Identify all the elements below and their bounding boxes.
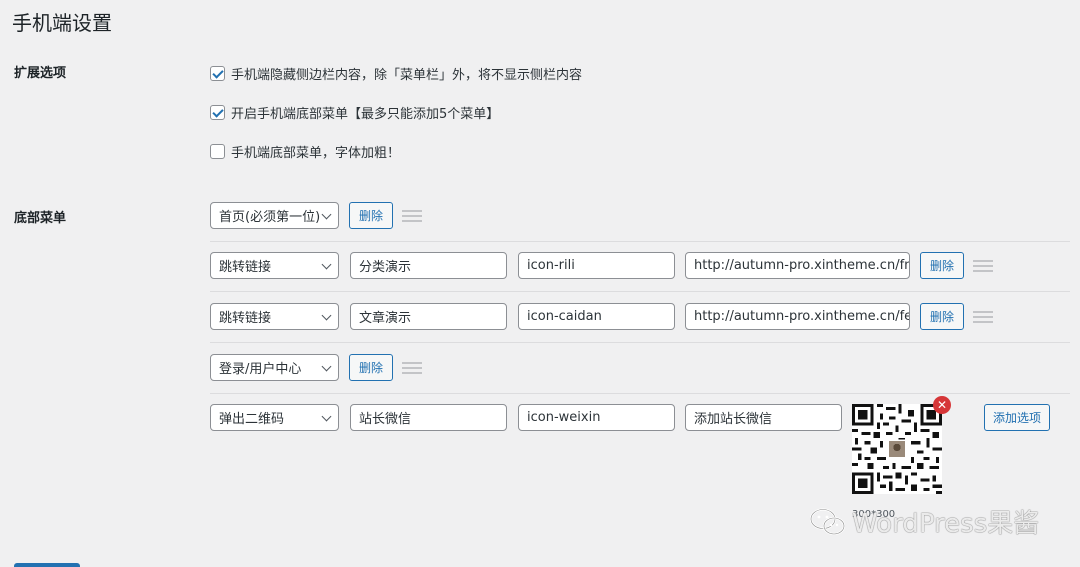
watermark-text: WordPress果酱 <box>852 509 1040 539</box>
menu-icon-input[interactable]: icon-rili <box>518 252 675 279</box>
option-enable-bottom-menu[interactable]: 开启手机端底部菜单【最多只能添加5个菜单】 <box>210 103 499 122</box>
menu-type-value: 跳转链接 <box>219 311 272 326</box>
drag-handle-icon[interactable] <box>402 210 422 222</box>
menu-icon-input[interactable]: icon-caidan <box>518 303 675 330</box>
delete-button[interactable]: 删除 <box>920 252 964 279</box>
drag-handle-icon[interactable] <box>973 260 993 272</box>
menu-url-input[interactable]: http://autumn-pro.xintheme.cn/fenle <box>685 303 910 330</box>
menu-url-input[interactable]: http://autumn-pro.xintheme.cn/fnlei- <box>685 252 910 279</box>
remove-qr-button[interactable]: ✕ <box>933 396 951 414</box>
chevron-down-icon <box>321 209 332 220</box>
menu-type-select[interactable]: 登录/用户中心 <box>210 354 339 381</box>
menu-type-value: 首页(必须第一位) <box>219 210 321 225</box>
wechat-logo-icon <box>810 507 846 535</box>
option-hide-sidebar-label: 手机端隐藏侧边栏内容，除「菜单栏」外，将不显示侧栏内容 <box>231 68 583 83</box>
menu-icon-input[interactable]: icon-weixin <box>518 404 675 431</box>
option-enable-bottom-menu-label: 开启手机端底部菜单【最多只能添加5个菜单】 <box>231 107 500 122</box>
menu-type-value: 跳转链接 <box>219 260 272 275</box>
chevron-down-icon <box>321 361 332 372</box>
menu-type-select[interactable]: 跳转链接 <box>210 303 339 330</box>
page-title: 手机端设置 <box>12 11 112 35</box>
menu-type-select[interactable]: 首页(必须第一位) <box>210 202 339 229</box>
delete-button[interactable]: 删除 <box>349 354 393 381</box>
menu-row-article-demo: 跳转链接 文章演示 icon-caidan http://autumn-pro.… <box>210 303 1070 343</box>
menu-row-category-demo: 跳转链接 分类演示 icon-rili http://autumn-pro.xi… <box>210 252 1070 292</box>
bottom-menu-label: 底部菜单 <box>14 211 67 226</box>
menu-name-input[interactable]: 站长微信 <box>350 404 507 431</box>
menu-type-select[interactable]: 跳转链接 <box>210 252 339 279</box>
menu-type-value: 弹出二维码 <box>219 412 285 427</box>
menu-row-home: 首页(必须第一位) 删除 <box>210 202 1070 242</box>
menu-name-input[interactable]: 文章演示 <box>350 303 507 330</box>
option-bold-font[interactable]: 手机端底部菜单，字体加粗！ <box>210 142 400 161</box>
menu-name-input[interactable]: 分类演示 <box>350 252 507 279</box>
delete-button[interactable]: 删除 <box>920 303 964 330</box>
option-hide-sidebar-checkbox[interactable] <box>210 66 225 81</box>
option-enable-bottom-menu-checkbox[interactable] <box>210 105 225 120</box>
delete-button[interactable]: 删除 <box>349 202 393 229</box>
menu-type-value: 登录/用户中心 <box>219 362 302 377</box>
chevron-down-icon <box>321 259 332 270</box>
menu-type-select[interactable]: 弹出二维码 <box>210 404 339 431</box>
extend-options-label: 扩展选项 <box>14 66 67 81</box>
save-changes-button[interactable] <box>14 563 80 567</box>
option-hide-sidebar[interactable]: 手机端隐藏侧边栏内容，除「菜单栏」外，将不显示侧栏内容 <box>210 64 582 83</box>
menu-desc-input[interactable]: 添加站长微信 <box>685 404 842 431</box>
drag-handle-icon[interactable] <box>973 311 993 323</box>
chevron-down-icon <box>321 310 332 321</box>
option-bold-font-checkbox[interactable] <box>210 144 225 159</box>
menu-row-login: 登录/用户中心 删除 <box>210 354 1070 394</box>
watermark: WordPress果酱 <box>810 503 1039 540</box>
option-bold-font-label: 手机端底部菜单，字体加粗！ <box>231 146 401 161</box>
chevron-down-icon <box>321 411 332 422</box>
drag-handle-icon[interactable] <box>402 362 422 374</box>
qr-code-image[interactable] <box>852 404 942 494</box>
add-option-button[interactable]: 添加选项 <box>984 404 1050 431</box>
